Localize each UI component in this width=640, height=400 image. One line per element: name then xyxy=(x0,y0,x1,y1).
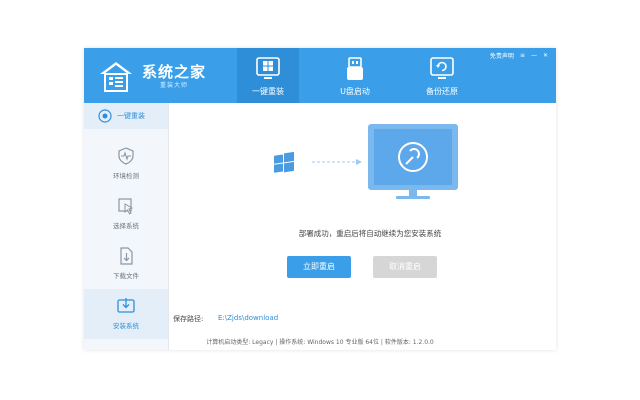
sidebar-item-label: 环境检测 xyxy=(113,172,139,180)
tab-label: 一键重装 xyxy=(252,87,284,96)
cursor-select-icon xyxy=(118,198,134,215)
monitor-settings-icon xyxy=(368,124,458,199)
close-icon[interactable]: ✕ xyxy=(543,52,548,59)
window-controls: 免责声明 ≡ — ✕ xyxy=(490,51,548,60)
backup-icon xyxy=(430,57,454,79)
sidebar-item-label: 安装系统 xyxy=(113,322,139,330)
app-logo-icon xyxy=(100,62,132,92)
save-path-label: 保存路径: xyxy=(173,315,204,323)
sidebar-item-label: 选择系统 xyxy=(113,222,139,230)
windows-transfer-icon xyxy=(274,151,362,173)
menu-icon[interactable]: ≡ xyxy=(520,52,525,59)
shield-pulse-icon xyxy=(118,147,134,165)
tab-one-click-reinstall[interactable]: 一键重装 xyxy=(237,48,299,103)
installer-window: 系统之家 重装大师 一键重装 U盘启动 备份还原 免责声明 ≡ — ✕ 一键重装… xyxy=(84,48,556,350)
sidebar-item-label: 一键重装 xyxy=(117,112,145,120)
disclaimer-link[interactable]: 免责声明 xyxy=(490,51,514,60)
tab-backup-restore[interactable]: 备份还原 xyxy=(411,48,473,103)
tab-usb-boot[interactable]: U盘启动 xyxy=(324,48,386,103)
tab-label: U盘启动 xyxy=(340,87,370,96)
sidebar-item-env-check[interactable]: 环境检测 xyxy=(84,139,168,189)
sidebar: 一键重装 环境检测 选择系统 下载文件 安装系统 xyxy=(84,103,169,350)
cancel-restart-button[interactable]: 取消重启 xyxy=(373,256,437,278)
app-brand-subtitle: 重装大师 xyxy=(160,82,189,89)
status-footer: 计算机启动类型: Legacy | 操作系统: Windows 10 专业版 6… xyxy=(206,339,434,346)
target-icon xyxy=(98,109,112,123)
minimize-icon[interactable]: — xyxy=(531,52,537,59)
sidebar-item-download-files[interactable]: 下载文件 xyxy=(84,239,168,289)
status-message: 部署成功，重启后将自动继续为您安装系统 xyxy=(298,229,442,238)
windows-icon xyxy=(256,57,280,79)
install-tray-icon xyxy=(117,298,135,313)
sidebar-item-label: 下载文件 xyxy=(113,272,139,280)
tab-label: 备份还原 xyxy=(426,87,458,96)
download-file-icon xyxy=(120,247,133,265)
header-bar: 系统之家 重装大师 一键重装 U盘启动 备份还原 免责声明 ≡ — ✕ xyxy=(84,48,556,103)
save-path-link[interactable]: E:\Zjds\download xyxy=(218,314,278,322)
sidebar-item-one-click-reinstall[interactable]: 一键重装 xyxy=(84,103,168,129)
app-brand: 系统之家 xyxy=(142,63,207,81)
sidebar-item-select-system[interactable]: 选择系统 xyxy=(84,189,168,239)
sidebar-item-install-system[interactable]: 安装系统 xyxy=(84,289,168,339)
usb-icon xyxy=(347,57,363,80)
restart-now-button[interactable]: 立即重启 xyxy=(287,256,351,278)
